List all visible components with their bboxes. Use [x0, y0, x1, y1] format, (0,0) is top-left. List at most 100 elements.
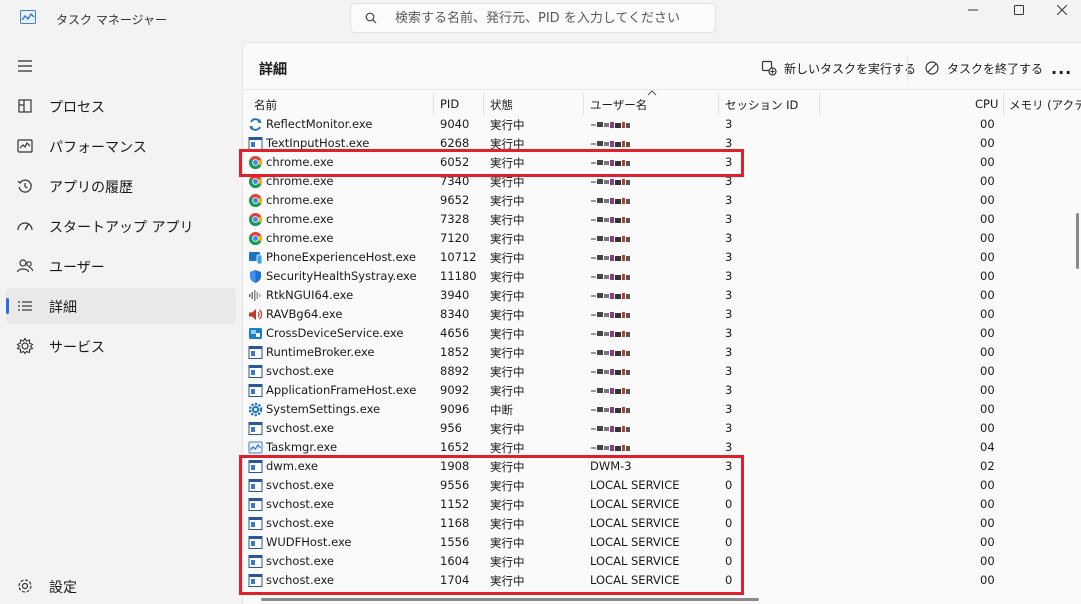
- sidebar-item-processes[interactable]: プロセス: [6, 88, 236, 124]
- table-row[interactable]: SystemSettings.exe 9096 中断 3 00: [243, 401, 1081, 420]
- search-input[interactable]: [395, 8, 705, 28]
- task-manager-icon: [248, 440, 263, 455]
- process-status: 実行中: [490, 213, 525, 227]
- table-row[interactable]: RAVBg64.exe 8340 実行中 3 00: [243, 306, 1081, 325]
- chrome-icon: [248, 231, 263, 246]
- column-header-username[interactable]: ユーザー名: [590, 97, 647, 113]
- sidebar-item-settings[interactable]: 設定: [6, 568, 236, 604]
- sidebar-item-label: パフォーマンス: [49, 140, 147, 156]
- process-session-id: 3: [725, 136, 733, 150]
- process-session-id: 3: [725, 326, 733, 340]
- process-status: 実行中: [490, 441, 525, 455]
- close-button[interactable]: [1042, 0, 1081, 20]
- table-row[interactable]: chrome.exe 7328 実行中 3 00: [243, 211, 1081, 230]
- table-row[interactable]: RuntimeBroker.exe 1852 実行中 3 00: [243, 344, 1081, 363]
- redacted-username: [591, 274, 630, 280]
- sidebar-item-details[interactable]: 詳細: [6, 288, 236, 324]
- sidebar-item-users[interactable]: ユーザー: [6, 248, 236, 284]
- redacted-username: [591, 388, 630, 394]
- process-pid: 8892: [440, 364, 470, 378]
- column-header-cpu[interactable]: CPU: [975, 97, 998, 111]
- redacted-username: [591, 350, 630, 356]
- process-pid: 9652: [440, 193, 470, 207]
- process-session-id: 3: [725, 250, 733, 264]
- redacted-username: [591, 369, 630, 375]
- table-row[interactable]: ApplicationFrameHost.exe 9092 実行中 3 00: [243, 382, 1081, 401]
- end-task-button[interactable]: タスクを終了する: [924, 57, 1043, 79]
- process-name: chrome.exe: [266, 231, 334, 245]
- process-name: RAVBg64.exe: [266, 307, 343, 321]
- process-session-id: 3: [725, 212, 733, 226]
- table-row[interactable]: ReflectMonitor.exe 9040 実行中 3 00: [243, 116, 1081, 135]
- search-icon: [365, 12, 377, 24]
- sidebar-item-label: ユーザー: [49, 260, 105, 276]
- process-session-id: 3: [725, 269, 733, 283]
- sidebar-item-app-history[interactable]: アプリの履歴: [6, 168, 236, 204]
- process-pid: 7120: [440, 231, 470, 245]
- column-divider[interactable]: [433, 93, 434, 115]
- process-cpu: 00: [980, 554, 995, 568]
- process-name: ReflectMonitor.exe: [266, 117, 373, 131]
- process-pid: 1852: [440, 345, 470, 359]
- column-header-session-id[interactable]: セッション ID: [725, 97, 798, 113]
- process-name: TextInputHost.exe: [266, 136, 370, 150]
- highlight-session-rows: [239, 455, 744, 595]
- table-row[interactable]: CrossDeviceService.exe 4656 実行中 3 00: [243, 325, 1081, 344]
- more-options-button[interactable]: ...: [1051, 59, 1072, 78]
- process-cpu: 00: [980, 117, 995, 131]
- process-name: SystemSettings.exe: [266, 402, 381, 416]
- active-indicator: [6, 298, 9, 314]
- sidebar-item-startup[interactable]: スタートアップ アプリ: [6, 208, 236, 244]
- gear-icon: [18, 579, 32, 593]
- vertical-scrollbar[interactable]: [1076, 213, 1079, 269]
- column-header-status[interactable]: 状態: [490, 97, 513, 113]
- table-row[interactable]: chrome.exe 7120 実行中 3 00: [243, 230, 1081, 249]
- column-divider[interactable]: [718, 93, 719, 115]
- process-status: 実行中: [490, 270, 525, 284]
- process-cpu: 00: [980, 250, 995, 264]
- table-row[interactable]: PhoneExperienceHost.exe 10712 実行中 3 00: [243, 249, 1081, 268]
- redacted-username: [591, 407, 630, 413]
- column-header-name[interactable]: 名前: [254, 97, 277, 113]
- column-header-pid[interactable]: PID: [440, 97, 459, 111]
- process-session-id: 3: [725, 345, 733, 359]
- search-box[interactable]: [350, 3, 716, 33]
- process-status: 実行中: [490, 232, 525, 246]
- column-divider[interactable]: [583, 93, 584, 115]
- column-header-memory[interactable]: メモリ (アクティ: [1009, 97, 1081, 113]
- hamburger-menu-icon[interactable]: [14, 56, 36, 76]
- end-task-icon: [925, 61, 939, 75]
- table-row[interactable]: SecurityHealthSystray.exe 11180 実行中 3 00: [243, 268, 1081, 287]
- phone-link-icon: [248, 250, 263, 265]
- title-bar: タスク マネージャー: [0, 0, 1081, 38]
- process-name: chrome.exe: [266, 193, 334, 207]
- process-session-id: 3: [725, 307, 733, 321]
- process-cpu: 00: [980, 535, 995, 549]
- app-window-icon: [248, 364, 263, 379]
- table-row[interactable]: svchost.exe 956 実行中 3 00: [243, 420, 1081, 439]
- table-row[interactable]: RtkNGUI64.exe 3940 実行中 3 00: [243, 287, 1081, 306]
- process-cpu: 00: [980, 136, 995, 150]
- page-title: 詳細: [259, 62, 287, 78]
- table-row[interactable]: svchost.exe 8892 実行中 3 00: [243, 363, 1081, 382]
- column-divider[interactable]: [1003, 93, 1004, 115]
- column-divider[interactable]: [483, 93, 484, 115]
- process-name: chrome.exe: [266, 212, 334, 226]
- column-divider[interactable]: [819, 93, 820, 115]
- minimize-button[interactable]: [950, 0, 996, 20]
- cross-device-icon: [248, 326, 263, 341]
- security-shield-icon: [248, 269, 263, 284]
- close-icon: [1056, 5, 1067, 15]
- sidebar-item-services[interactable]: サービス: [6, 328, 236, 364]
- process-session-id: 3: [725, 288, 733, 302]
- horizontal-scrollbar[interactable]: [261, 598, 759, 601]
- new-task-icon: [761, 60, 777, 76]
- run-new-task-label: 新しいタスクを実行する: [784, 61, 917, 76]
- run-new-task-button[interactable]: 新しいタスクを実行する: [761, 57, 916, 79]
- table-row[interactable]: chrome.exe 9652 実行中 3 00: [243, 192, 1081, 211]
- process-name: SecurityHealthSystray.exe: [266, 269, 417, 283]
- process-cpu: 00: [980, 288, 995, 302]
- maximize-button[interactable]: [996, 0, 1042, 20]
- sidebar-item-performance[interactable]: パフォーマンス: [6, 128, 236, 164]
- process-pid: 6268: [440, 136, 470, 150]
